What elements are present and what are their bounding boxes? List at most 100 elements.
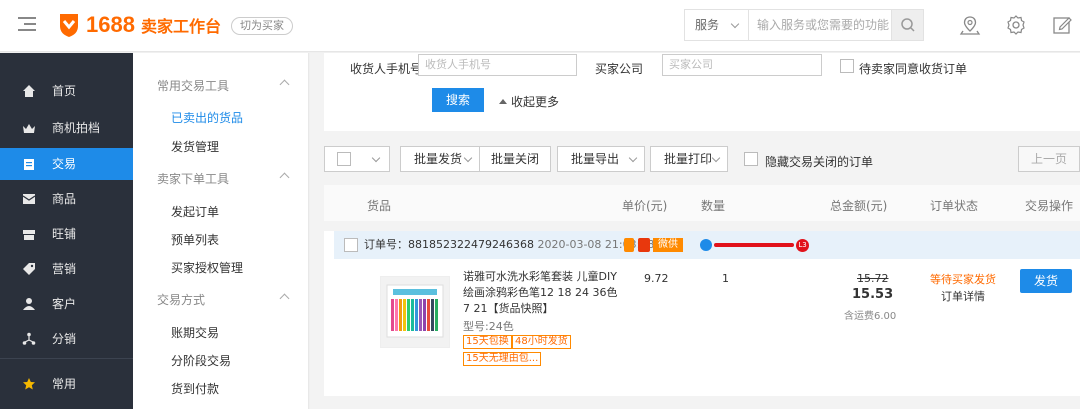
submenu-item-credit-trade[interactable]: 账期交易: [171, 324, 219, 341]
sidebar-item-opportunity[interactable]: 商机拍档: [0, 112, 133, 144]
batch-export-button[interactable]: 批量导出: [557, 146, 645, 172]
sidebar-item-label: 商机拍档: [52, 121, 101, 135]
product-image[interactable]: [380, 276, 450, 348]
company-label: 买家公司: [595, 62, 644, 76]
select-all-checkbox[interactable]: [337, 152, 351, 166]
submenu-item-pre-order-list[interactable]: 预单列表: [171, 231, 219, 248]
submenu-item-staged-trade[interactable]: 分阶段交易: [171, 352, 231, 369]
marker-set-picture: [386, 284, 444, 338]
service-tag: 48小时发货: [512, 335, 571, 349]
service-search: 服务: [684, 9, 924, 41]
unit-price: 9.72: [644, 272, 669, 285]
submenu-item-cash-on-delivery[interactable]: 货到付款: [171, 380, 219, 397]
order-checkbox[interactable]: [344, 238, 358, 252]
logo-text: 卖家工作台: [140, 17, 221, 36]
sidebar-item-marketing[interactable]: 营销: [0, 253, 133, 285]
service-tag: 15天包换: [463, 335, 512, 349]
gear-icon[interactable]: [1005, 14, 1027, 36]
chevron-down-icon: [463, 153, 473, 163]
collapse-more-toggle[interactable]: 收起更多: [499, 93, 559, 110]
phone-input[interactable]: 收货人手机号: [418, 54, 577, 76]
batch-print-button[interactable]: 批量打印: [650, 146, 728, 172]
submenu-group-common-tools[interactable]: 常用交易工具: [157, 77, 290, 94]
tmall-icon: [638, 238, 650, 252]
shop-icon: [23, 230, 35, 240]
submenu-group-payment-methods[interactable]: 交易方式: [157, 291, 290, 308]
quantity: 1: [722, 272, 729, 285]
company-input[interactable]: 买家公司: [662, 54, 822, 76]
order-number: 订单号：881852322479246368 2020-03-08 21:03:…: [364, 231, 654, 259]
column-header: 货品: [367, 199, 392, 213]
submenu-group-title: 常用交易工具: [157, 79, 230, 93]
sidebar-item-trade[interactable]: 交易: [0, 148, 133, 180]
logo-number: 1688: [86, 12, 135, 37]
submenu-item-buyer-authorization[interactable]: 买家授权管理: [171, 259, 243, 276]
submenu-group-title: 交易方式: [157, 293, 206, 307]
top-bar: 1688 卖家工作台 切为买家 服务: [0, 0, 1080, 52]
column-header: 交易操作: [1025, 199, 1074, 213]
sidebar-divider: [0, 358, 133, 359]
submenu-group-title: 卖家下单工具: [157, 172, 230, 186]
buyer-wangwang-icon[interactable]: [700, 239, 712, 251]
chevron-up-icon: [279, 172, 290, 183]
select-all-dropdown[interactable]: [324, 146, 390, 172]
logo[interactable]: 1688 卖家工作台: [58, 12, 221, 38]
redacted-buyer-name: [714, 243, 794, 247]
freight-included: 含运费6.00: [844, 311, 897, 322]
switch-to-buyer-button[interactable]: 切为买家: [231, 17, 293, 35]
main-content: 收货人手机号 收货人手机号 买家公司 买家公司 待卖家同意收货订单 搜索 收起更…: [310, 53, 1080, 409]
sidebar-item-products[interactable]: 商品: [0, 183, 133, 215]
product-title-link[interactable]: 诺雅可水洗水彩笔套装 儿童DIY绘画涂鸦彩色笔12 18 24 36色7 21【…: [463, 269, 623, 317]
submenu-item-create-order[interactable]: 发起订单: [171, 203, 219, 220]
buyer-level-badge: L3: [796, 239, 809, 252]
order-detail-link[interactable]: 订单详情: [941, 288, 985, 304]
trade-submenu: 常用交易工具 已卖出的货品 发货管理 卖家下单工具 发起订单 预单列表 买家授权…: [133, 53, 309, 409]
location-icon[interactable]: [959, 14, 981, 36]
wechat-supply-tag: 微供: [653, 238, 683, 252]
sidebar-item-label: 常用: [52, 377, 77, 391]
search-submit-button[interactable]: 搜索: [432, 88, 484, 112]
batch-ship-button[interactable]: 批量发货: [400, 146, 480, 172]
sidebar-item-distribution[interactable]: 分销: [0, 323, 133, 355]
prev-page-button[interactable]: 上一页: [1018, 146, 1080, 172]
ship-button[interactable]: 发货: [1020, 269, 1072, 293]
sidebar-item-customers[interactable]: 客户: [0, 288, 133, 320]
search-type-select[interactable]: 服务: [685, 10, 749, 40]
batch-toolbar: 批量发货 批量关闭 批量导出 批量打印 隐藏交易关闭的订单: [324, 146, 1080, 176]
search-input[interactable]: [751, 10, 889, 40]
sidebar-item-home[interactable]: 首页: [0, 75, 133, 107]
sidebar-item-label: 首页: [52, 84, 77, 98]
filter-panel: 收货人手机号 收货人手机号 买家公司 买家公司 待卖家同意收货订单 搜索 收起更…: [324, 53, 1080, 131]
caret-up-icon: [499, 99, 507, 104]
main-sidebar: 首页 商机拍档 交易 商品 旺铺 营销 客户 分销 常用: [0, 53, 133, 409]
sidebar-item-label: 商品: [52, 192, 77, 206]
orders-table-header: 货品 单价(元) 数量 总金额(元) 订单状态 交易操作: [324, 185, 1080, 221]
search-icon: [901, 18, 915, 32]
hide-closed-checkbox[interactable]: [744, 152, 758, 166]
sidebar-item-shop[interactable]: 旺铺: [0, 218, 133, 250]
submenu-item-sold-goods[interactable]: 已卖出的货品: [171, 109, 243, 126]
crown-icon: [23, 124, 35, 133]
chevron-down-icon: [711, 153, 721, 163]
submenu-item-shipping-management[interactable]: 发货管理: [171, 138, 219, 155]
menu-toggle-icon[interactable]: [18, 17, 36, 33]
chevron-up-icon: [279, 79, 290, 90]
search-type-label: 服务: [695, 18, 720, 32]
search-button[interactable]: [891, 10, 923, 40]
phone-label: 收货人手机号: [350, 62, 423, 76]
product-spec: 型号:24色: [463, 320, 514, 333]
sidebar-item-favorites[interactable]: 常用: [0, 368, 133, 400]
chevron-down-icon: [628, 153, 638, 163]
order-date: 2020-03-08 21:03:58: [537, 238, 655, 251]
shield-logo-icon: [60, 14, 78, 37]
pending-receipt-checkbox[interactable]: [840, 59, 854, 73]
order-number-text: 订单号：881852322479246368: [364, 238, 534, 251]
tag-icon: [23, 263, 35, 275]
batch-close-button[interactable]: 批量关闭: [479, 146, 551, 172]
hide-closed-label: 隐藏交易关闭的订单: [765, 155, 874, 169]
submenu-group-seller-order-tools[interactable]: 卖家下单工具: [157, 170, 290, 187]
edit-icon[interactable]: [1051, 14, 1073, 36]
column-header: 订单状态: [930, 199, 979, 213]
clipboard-icon: [24, 159, 34, 170]
chevron-down-icon: [730, 19, 740, 29]
